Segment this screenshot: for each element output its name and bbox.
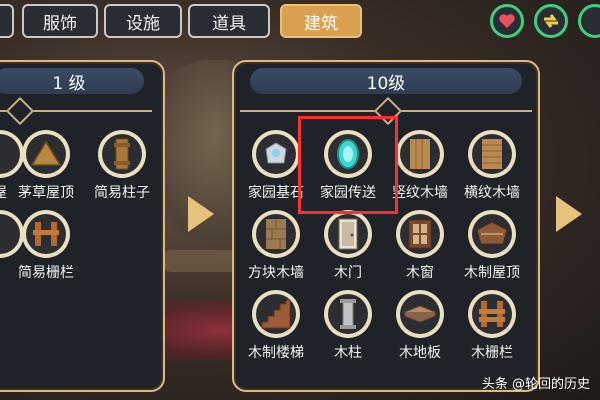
wooden-roof-icon xyxy=(476,221,508,245)
left-item-thatch-roof[interactable]: 茅草屋顶 xyxy=(6,128,86,208)
left-item-simple-pillar[interactable]: 简易柱子 xyxy=(82,128,162,208)
item-wooden-pillar[interactable]: 木柱 xyxy=(308,288,388,368)
item-wooden-floor[interactable]: 木地板 xyxy=(380,288,460,368)
tab-partial[interactable] xyxy=(0,4,14,38)
item-block-wood-wall[interactable]: 方块木墙 xyxy=(236,208,316,288)
swap-button[interactable] xyxy=(534,4,568,38)
left-level-banner: 1 级 xyxy=(0,68,144,94)
item-wooden-roof[interactable]: 木制屋顶 xyxy=(452,208,532,288)
wooden-window-icon xyxy=(408,219,432,249)
swap-arrows-icon xyxy=(544,14,558,28)
tab-clothing[interactable]: 服饰 xyxy=(22,4,98,38)
favorite-button[interactable] xyxy=(490,4,524,38)
tab-facilities[interactable]: 设施 xyxy=(104,4,182,38)
extra-round-button[interactable] xyxy=(578,4,600,38)
previous-page-arrow[interactable] xyxy=(188,196,214,232)
wooden-stairs-icon xyxy=(261,299,291,329)
block-wood-wall-icon xyxy=(266,219,286,249)
simple-fence-icon xyxy=(33,222,59,246)
tab-props[interactable]: 道具 xyxy=(188,4,270,38)
thatch-roof-icon xyxy=(30,140,62,166)
watermark: 头条 @轮回的历史 xyxy=(481,377,590,392)
wooden-pillar-icon xyxy=(340,299,356,329)
home-cornerstone-icon xyxy=(265,142,287,164)
wooden-door-icon xyxy=(338,218,358,250)
item-wooden-window[interactable]: 木窗 xyxy=(380,208,460,288)
item-wooden-fence[interactable]: 木栅栏 xyxy=(452,288,532,368)
heart-icon xyxy=(499,14,515,28)
wooden-fence-icon xyxy=(479,301,505,327)
tab-buildings[interactable]: 建筑 xyxy=(280,4,362,38)
selection-highlight xyxy=(298,116,398,214)
horizontal-wood-wall-icon xyxy=(482,139,502,169)
right-level-banner: 10级 xyxy=(250,68,522,94)
next-page-arrow[interactable] xyxy=(556,196,582,232)
vertical-wood-wall-icon xyxy=(410,139,430,169)
item-wooden-stairs[interactable]: 木制楼梯 xyxy=(236,288,316,368)
left-item-simple-fence[interactable]: 简易栅栏 xyxy=(6,208,86,288)
item-horizontal-wood-wall[interactable]: 横纹木墙 xyxy=(452,128,532,208)
item-wooden-door[interactable]: 木门 xyxy=(308,208,388,288)
simple-pillar-icon xyxy=(114,138,130,170)
wooden-floor-icon xyxy=(403,305,437,323)
